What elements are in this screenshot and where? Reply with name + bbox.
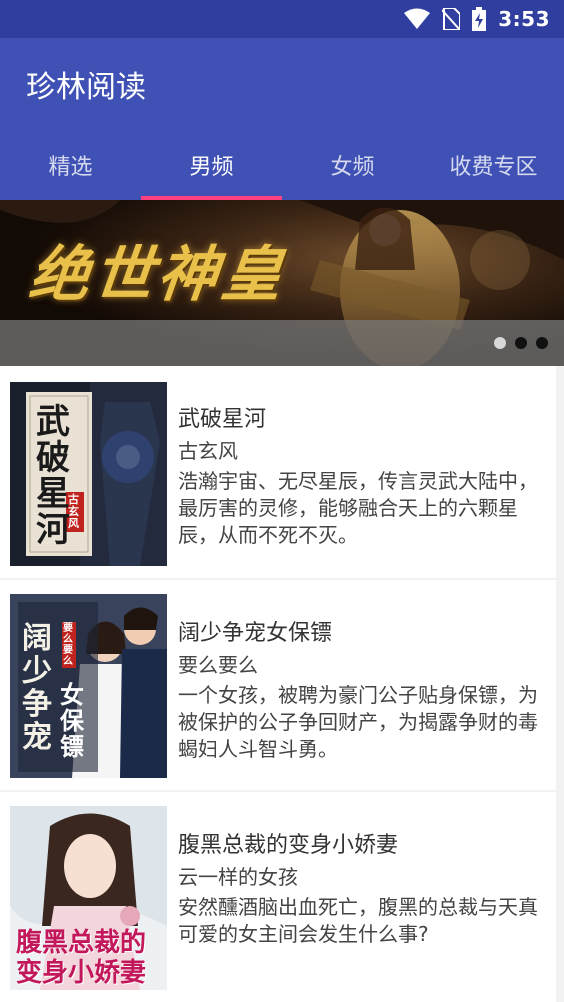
list-item[interactable]: 阔少争宠 女保镖 要么要么 阔少争宠女保镖 要么要么 一个女孩，被聘为豪门公子贴… <box>0 580 556 790</box>
banner-carousel[interactable]: 绝世神皇 <box>0 200 564 366</box>
carousel-dot[interactable] <box>536 337 548 349</box>
carousel-dot[interactable] <box>494 337 506 349</box>
book-author: 要么要么 <box>178 653 258 677</box>
cover-title: 阔少争宠 <box>22 622 56 754</box>
cover-title-text: 阔少争宠 <box>22 621 52 755</box>
book-list: 武破星河 古玄风 武破星河 古玄风 浩瀚宇宙、无尽星辰，传言灵武大陆中，最厉害的… <box>0 366 564 1002</box>
no-sim-icon <box>442 8 461 30</box>
tab-featured[interactable]: 精选 <box>0 130 141 200</box>
tab-paid[interactable]: 收费专区 <box>423 130 564 200</box>
tab-female[interactable]: 女频 <box>282 130 423 200</box>
book-description: 安然醺酒脑出血死亡，腹黑的总裁与天真可爱的女主间会发生什么事? <box>178 895 538 946</box>
cover-tag: 要么要么 <box>62 622 76 668</box>
book-description: 浩瀚宇宙、无尽星辰，传言灵武大陆中，最厉害的灵修，能够融合天上的六颗星辰，从而不… <box>178 469 538 547</box>
status-bar: 3:53 <box>0 0 564 38</box>
wifi-icon <box>404 8 431 30</box>
status-time: 3:53 <box>498 7 550 31</box>
list-item[interactable]: 腹黑总裁的 变身小娇妻 腹黑总裁的变身小娇妻 云一样的女孩 安然醺酒脑出血死亡，… <box>0 792 556 1002</box>
cover-title-text: 腹黑总裁的 <box>16 928 147 958</box>
book-title: 阔少争宠女保镖 <box>178 621 333 646</box>
banner-overlay <box>0 320 564 366</box>
book-title: 武破星河 <box>178 407 267 432</box>
cover-subtitle: 女保镖 <box>60 680 84 761</box>
book-title: 腹黑总裁的变身小娇妻 <box>178 833 399 858</box>
book-info: 阔少争宠女保镖 要么要么 一个女孩，被聘为豪门公子贴身保镖，为被保护的公子争回财… <box>178 600 552 763</box>
app-bar: 珍林阅读 精选 男频 女频 收费专区 <box>0 38 564 200</box>
carousel-dot[interactable] <box>515 337 527 349</box>
cover-subtitle: 变身小娇妻 <box>16 958 147 988</box>
book-info: 腹黑总裁的变身小娇妻 云一样的女孩 安然醺酒脑出血死亡，腹黑的总裁与天真可爱的女… <box>178 812 552 948</box>
book-cover: 阔少争宠 女保镖 要么要么 <box>10 594 167 778</box>
carousel-indicator <box>494 337 548 349</box>
list-item[interactable]: 武破星河 古玄风 武破星河 古玄风 浩瀚宇宙、无尽星辰，传言灵武大陆中，最厉害的… <box>0 366 556 578</box>
book-cover: 腹黑总裁的 变身小娇妻 <box>10 806 167 990</box>
battery-charging-icon <box>472 7 487 31</box>
app-title: 珍林阅读 <box>26 70 146 105</box>
cover-tag: 古玄风 <box>68 493 79 530</box>
book-cover: 武破星河 古玄风 <box>10 382 167 566</box>
tab-bar: 精选 男频 女频 收费专区 <box>0 130 564 200</box>
tab-male[interactable]: 男频 <box>141 130 282 200</box>
banner-title: 绝世神皇 <box>25 240 290 310</box>
book-author: 云一样的女孩 <box>178 865 298 889</box>
book-description: 一个女孩，被聘为豪门公子贴身保镖，为被保护的公子争回财产，为揭露争财的毒蝎妇人斗… <box>178 683 538 761</box>
cover-title: 腹黑总裁的 变身小娇妻 <box>16 928 166 988</box>
book-info: 武破星河 古玄风 浩瀚宇宙、无尽星辰，传言灵武大陆中，最厉害的灵修，能够融合天上… <box>178 386 552 549</box>
status-icons: 3:53 <box>404 0 550 38</box>
book-author: 古玄风 <box>178 439 238 463</box>
